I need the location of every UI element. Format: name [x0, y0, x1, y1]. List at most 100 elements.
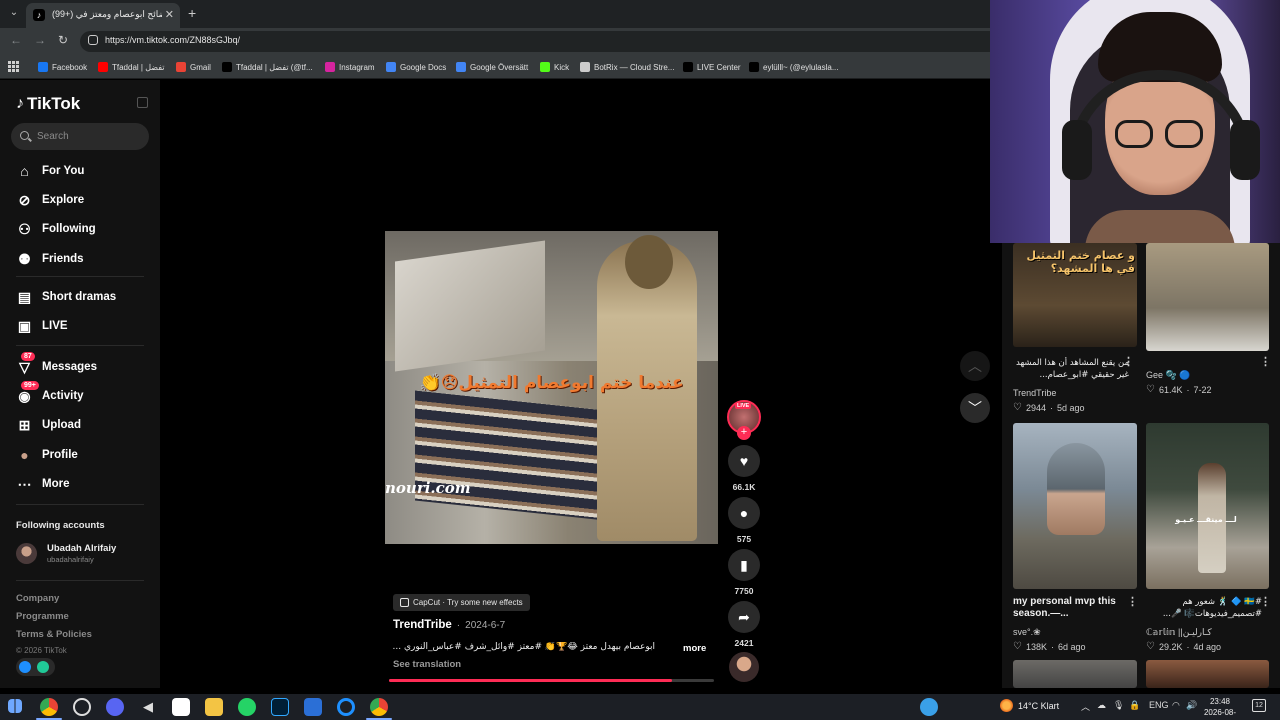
next-video-button[interactable]: ﹀: [960, 393, 990, 423]
streamer-shirt: [1085, 210, 1235, 243]
collapse-sidebar-icon[interactable]: [137, 97, 148, 108]
browser-tab-active[interactable]: ♪ (99+) فضائح ابوعصام ومعتز في ✕: [26, 3, 180, 28]
sidebar-item-live[interactable]: ▣ LIVE: [16, 314, 156, 338]
footer-terms-link[interactable]: Terms & Policies: [16, 629, 92, 640]
recommendation-author[interactable]: ℂ𝕒𝕣𝕝𝕚𝕟 ||كـارليـن: [1146, 627, 1212, 638]
cloud-icon[interactable]: ☁: [1097, 700, 1106, 711]
new-tab-icon[interactable]: +: [188, 5, 196, 21]
sidebar-item-short-dramas[interactable]: ▤ Short dramas: [16, 285, 156, 309]
capcut-desktop-icon[interactable]: [172, 698, 190, 716]
sidebar-item-explore[interactable]: ⊘ Explore: [16, 188, 156, 212]
volume-icon[interactable]: 🔊: [1186, 700, 1197, 711]
sidebar-item-profile[interactable]: ● Profile: [16, 443, 156, 467]
see-translation-link[interactable]: See translation: [393, 659, 461, 670]
notification-center-icon[interactable]: 12: [1252, 699, 1266, 712]
recommendation-thumbnail[interactable]: لـــ مينقـــ عـيـو: [1146, 423, 1269, 589]
bookmark-item[interactable]: Tfaddal | تفضل (@tf...: [222, 60, 313, 74]
system-clock[interactable]: 23:48 2026-08-16: [1200, 696, 1240, 720]
bookmark-item[interactable]: Instagram: [325, 60, 375, 74]
youtube-icon: [98, 62, 108, 72]
account-name[interactable]: Ubadah Alrifaiy: [47, 543, 116, 554]
sidebar-item-friends[interactable]: ⚉ Friends: [16, 247, 156, 271]
music-disc-avatar[interactable]: [729, 652, 759, 682]
sidebar-item-following[interactable]: ⚇ Following: [16, 217, 156, 241]
start-windows-icon[interactable]: [8, 699, 22, 713]
footer-company-link[interactable]: Company: [16, 593, 59, 604]
lock-icon[interactable]: 🔒: [1129, 700, 1140, 711]
previous-video-button[interactable]: ︿: [960, 351, 990, 381]
bookmark-item[interactable]: Facebook: [38, 60, 87, 74]
address-url[interactable]: https://vm.tiktok.com/ZN88sGJbq/: [105, 35, 240, 45]
chrome-icon[interactable]: [40, 698, 58, 716]
like-button[interactable]: ♥: [728, 445, 760, 477]
whatsapp-icon[interactable]: [238, 698, 256, 716]
recommendation-author[interactable]: TrendTribe: [1013, 388, 1056, 398]
effects-coins[interactable]: [16, 658, 55, 676]
tab-search-icon[interactable]: ⌄: [6, 5, 22, 21]
video-player[interactable]: عندما ختم ابوعصام التمثيل😞👏 nouri.com: [385, 231, 718, 544]
sidebar-item-messages[interactable]: ▽ 87 Messages: [16, 351, 156, 379]
comment-button[interactable]: ●: [728, 497, 760, 529]
bookmark-item[interactable]: Google Översätt: [456, 60, 528, 74]
reload-icon[interactable]: ↻: [58, 33, 68, 47]
settings-gear-icon[interactable]: [73, 698, 91, 716]
video-author[interactable]: TrendTribe: [393, 619, 452, 631]
footer-programme-link[interactable]: Programme: [16, 611, 69, 622]
site-info-icon[interactable]: [88, 35, 98, 45]
bookmark-item[interactable]: Gmail: [176, 60, 211, 74]
tiktok-logo[interactable]: ♪ TikTok: [16, 94, 80, 114]
chrome-profile-icon[interactable]: [370, 698, 388, 716]
search-input[interactable]: [37, 128, 137, 145]
discord-icon[interactable]: [106, 698, 124, 716]
bookmark-item[interactable]: Kick: [540, 60, 569, 74]
recommendation-title[interactable]: my personal mvp this season.—...: [1013, 596, 1129, 620]
bookmark-item[interactable]: BotRix — Cloud Stre...: [580, 60, 674, 74]
more-options-icon[interactable]: ⋮: [1127, 595, 1138, 608]
more-options-icon[interactable]: ⋮: [1123, 355, 1134, 368]
recommendation-thumbnail[interactable]: [1146, 243, 1269, 351]
screen-capture-icon[interactable]: [304, 698, 322, 716]
video-progress-bar[interactable]: [389, 679, 714, 682]
capcut-app-icon[interactable]: ◀: [139, 698, 157, 716]
account-handle[interactable]: ubadahalrifaiy: [47, 555, 94, 564]
follow-plus-button[interactable]: +: [737, 426, 751, 440]
obs-icon[interactable]: [337, 698, 355, 716]
more-options-icon[interactable]: ⋮: [1260, 355, 1271, 368]
nav-divider: [16, 504, 144, 505]
bookmark-item[interactable]: Tfaddal | تفضل: [98, 60, 165, 74]
recommendation-author[interactable]: Gee 🫧 🔵: [1146, 370, 1190, 381]
account-avatar[interactable]: [16, 543, 37, 564]
recommendation-title[interactable]: من يقنع المشاهد أن هذا المشهد غير حقيقي …: [1013, 357, 1129, 381]
mic-icon[interactable]: 🎙: [1113, 700, 1124, 711]
weather-widget[interactable]: 14°C Klart: [1000, 699, 1059, 712]
recommendation-thumbnail[interactable]: و عصام ختم التمثيل في ها المشهد؟: [1013, 243, 1137, 347]
more-button[interactable]: more: [683, 643, 706, 654]
recommendation-thumbnail[interactable]: [1013, 423, 1137, 589]
help-icon[interactable]: [920, 698, 938, 716]
sidebar-item-more[interactable]: ⋯ More: [16, 472, 156, 496]
file-explorer-icon[interactable]: [205, 698, 223, 716]
forward-icon[interactable]: →: [34, 33, 46, 47]
capcut-effects-link[interactable]: CapCut · Try some new effects: [393, 594, 530, 611]
tray-chevron-icon[interactable]: ︿: [1081, 700, 1090, 713]
recommendation-thumbnail[interactable]: [1013, 660, 1137, 688]
wifi-icon[interactable]: ◠: [1172, 700, 1180, 711]
apps-grid-icon[interactable]: [8, 61, 19, 72]
more-options-icon[interactable]: ⋮: [1260, 595, 1271, 608]
tab-close-icon[interactable]: ✕: [165, 8, 174, 21]
language-indicator[interactable]: ENG: [1149, 700, 1169, 710]
bookmark-item[interactable]: eylülll~ (@eylulasla...: [749, 60, 838, 74]
recommendation-thumbnail[interactable]: [1146, 660, 1269, 688]
sidebar-item-upload[interactable]: ⊞ Upload: [16, 413, 156, 437]
back-icon[interactable]: ←: [10, 33, 22, 47]
search-box[interactable]: [11, 123, 149, 150]
photoshop-icon[interactable]: [271, 698, 289, 716]
share-button[interactable]: ➦: [728, 601, 760, 633]
recommendation-title[interactable]: #🇸🇪 🔷 🕺 شعور هم #تصميم_فيديوهات🎼 🎤...: [1146, 596, 1262, 620]
sidebar-item-for-you[interactable]: ⌂ For You: [16, 159, 156, 183]
recommendation-author[interactable]: sve°.❀: [1013, 627, 1041, 638]
save-button[interactable]: ▮: [728, 549, 760, 581]
sidebar-item-activity[interactable]: ◉ 99+ Activity: [16, 380, 156, 408]
bookmark-item[interactable]: LIVE Center: [683, 60, 741, 74]
bookmark-item[interactable]: Google Docs: [386, 60, 446, 74]
